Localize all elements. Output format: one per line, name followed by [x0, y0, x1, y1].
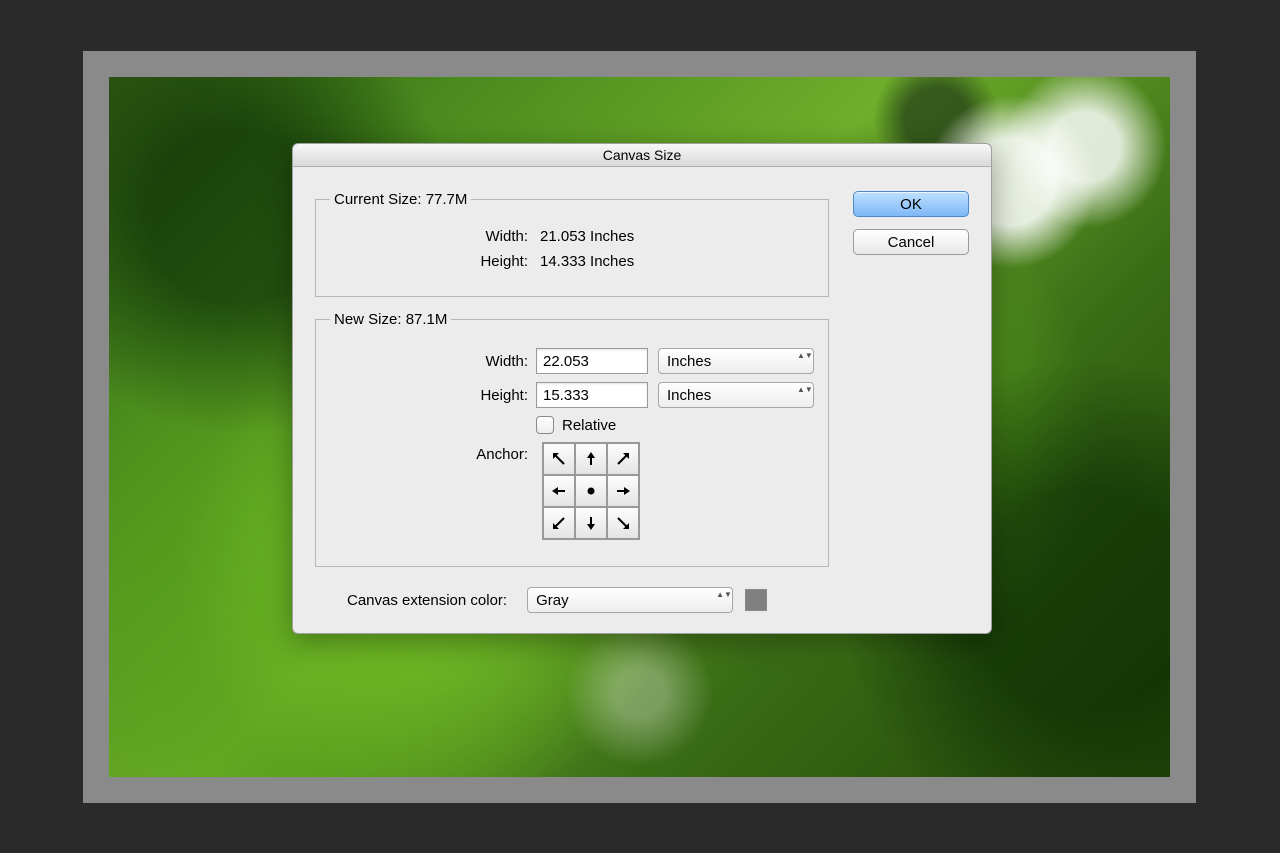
current-size-legend: Current Size: 77.7M — [330, 191, 471, 208]
current-width-label: Width: — [330, 228, 536, 245]
current-height-value: 14.333 Inches — [536, 253, 634, 270]
height-input[interactable] — [536, 382, 648, 408]
anchor-w[interactable] — [543, 475, 575, 507]
anchor-se[interactable] — [607, 507, 639, 539]
relative-checkbox[interactable] — [536, 416, 554, 434]
width-unit-value: Inches — [667, 353, 711, 370]
stepper-icon: ▲▼ — [716, 591, 726, 599]
extension-color-swatch[interactable] — [745, 589, 767, 611]
anchor-label: Anchor: — [330, 442, 536, 463]
anchor-ne[interactable] — [607, 443, 639, 475]
new-size-legend: New Size: 87.1M — [330, 311, 451, 328]
stepper-icon: ▲▼ — [797, 352, 807, 360]
anchor-n[interactable] — [575, 443, 607, 475]
relative-label: Relative — [562, 417, 616, 434]
cancel-button[interactable]: Cancel — [853, 229, 969, 255]
stepper-icon: ▲▼ — [797, 386, 807, 394]
anchor-grid — [542, 442, 640, 540]
dialog-title: Canvas Size — [293, 144, 991, 167]
anchor-nw[interactable] — [543, 443, 575, 475]
width-input[interactable] — [536, 348, 648, 374]
anchor-sw[interactable] — [543, 507, 575, 539]
width-unit-select[interactable]: Inches ▲▼ — [658, 348, 814, 374]
new-size-group: New Size: 87.1M Width: Inches ▲▼ Height:… — [315, 311, 829, 567]
anchor-center[interactable] — [575, 475, 607, 507]
current-size-group: Current Size: 77.7M Width: 21.053 Inches… — [315, 191, 829, 297]
canvas-size-dialog: Canvas Size Current Size: 77.7M Width: 2… — [292, 143, 992, 634]
current-height-label: Height: — [330, 253, 536, 270]
new-height-label: Height: — [330, 387, 536, 404]
extension-color-label: Canvas extension color: — [315, 592, 517, 609]
anchor-s[interactable] — [575, 507, 607, 539]
current-width-value: 21.053 Inches — [536, 228, 634, 245]
anchor-e[interactable] — [607, 475, 639, 507]
ok-button[interactable]: OK — [853, 191, 969, 217]
new-width-label: Width: — [330, 353, 536, 370]
extension-color-value: Gray — [536, 592, 569, 609]
height-unit-value: Inches — [667, 387, 711, 404]
extension-color-select[interactable]: Gray ▲▼ — [527, 587, 733, 613]
height-unit-select[interactable]: Inches ▲▼ — [658, 382, 814, 408]
